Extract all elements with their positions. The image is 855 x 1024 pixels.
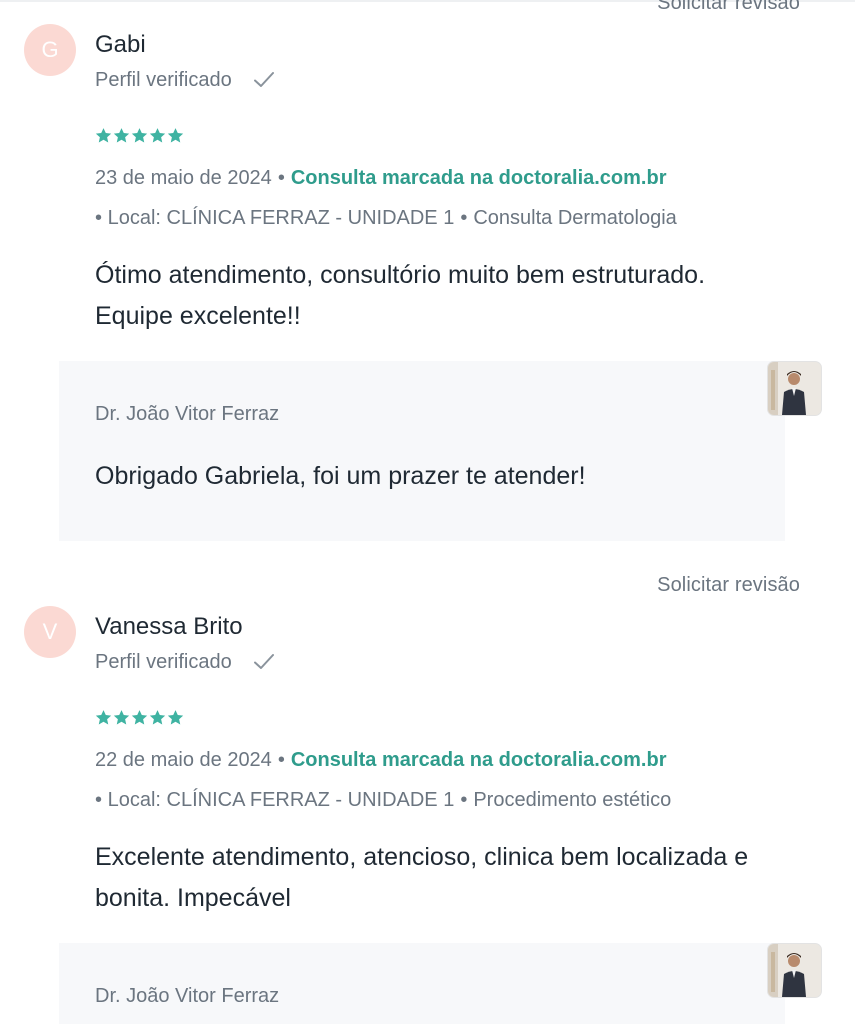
doctor-portrait-icon (768, 362, 821, 415)
request-review-link[interactable]: Solicitar revisão (657, 574, 800, 597)
review-date-line: 22 de maio de 2024 • Consulta marcada na d… (95, 749, 667, 771)
reply-text: Obrigado Gabriela, foi um prazer te aten… (95, 462, 586, 490)
doctor-portrait-icon (768, 944, 821, 997)
rating-stars (95, 709, 184, 726)
star-icon (149, 710, 166, 725)
review-location-line: • Local: CLÍNICA FERRAZ - UNIDADE 1 • Cons… (95, 207, 677, 229)
request-review-link-top[interactable]: Solicitar revisão (657, 0, 800, 15)
check-icon (253, 72, 274, 87)
avatar: G (24, 24, 76, 76)
reply-author: Dr. João Vitor Ferraz (95, 985, 280, 1007)
review-date: 22 de maio de 2024 (95, 749, 272, 771)
verified-profile: Perfil verificado (95, 68, 276, 92)
review-date: 23 de maio de 2024 (95, 167, 272, 189)
doctor-reply: Dr. João Vitor Ferraz (59, 943, 785, 1024)
review-service: Consulta Dermatologia (473, 207, 677, 229)
verified-label: Perfil verificado (95, 68, 232, 91)
verified-label: Perfil verificado (95, 650, 232, 673)
review-location-line: • Local: CLÍNICA FERRAZ - UNIDADE 1 • Proc… (95, 789, 672, 811)
comment-line: Ótimo atendimento, consultório muito bem… (95, 261, 706, 289)
doctor-avatar (768, 944, 821, 997)
review-location: Local: CLÍNICA FERRAZ - UNIDADE 1 (107, 207, 455, 229)
booked-via-link[interactable]: Consulta marcada na doctoralia.com.br (291, 749, 667, 771)
star-icon (95, 710, 112, 725)
review-comment: Ótimo atendimento, consultório muito bem… (95, 255, 795, 337)
star-icon (113, 710, 130, 725)
star-icon (167, 128, 184, 143)
star-icon (95, 128, 112, 143)
comment-line: bonita. Impecável (95, 884, 291, 912)
star-icon (131, 710, 148, 725)
star-icon (167, 710, 184, 725)
avatar: V (24, 606, 76, 658)
comment-line: Equipe excelente!! (95, 302, 301, 330)
author-name: Gabi (95, 31, 146, 58)
check-icon (253, 654, 274, 669)
review-date-line: 23 de maio de 2024 • Consulta marcada na d… (95, 167, 667, 189)
rating-stars (95, 127, 184, 144)
comment-line: Excelente atendimento, atencioso, clinic… (95, 843, 749, 871)
review-service: Procedimento estético (473, 789, 672, 811)
star-icon (131, 128, 148, 143)
star-icon (149, 128, 166, 143)
review-location: Local: CLÍNICA FERRAZ - UNIDADE 1 (107, 789, 455, 811)
reviews-page: Solicitar revisão G Gabi Perfil verifica… (0, 0, 855, 1024)
booked-via-link[interactable]: Consulta marcada na doctoralia.com.br (291, 167, 667, 189)
review-comment: Excelente atendimento, atencioso, clinic… (95, 837, 795, 919)
doctor-reply: Dr. João Vitor Ferraz Obrigado Gabriela,… (59, 361, 785, 541)
reply-author: Dr. João Vitor Ferraz (95, 403, 280, 425)
author-name: Vanessa Brito (95, 613, 243, 640)
doctor-avatar (768, 362, 821, 415)
verified-profile: Perfil verificado (95, 650, 276, 674)
star-icon (113, 128, 130, 143)
